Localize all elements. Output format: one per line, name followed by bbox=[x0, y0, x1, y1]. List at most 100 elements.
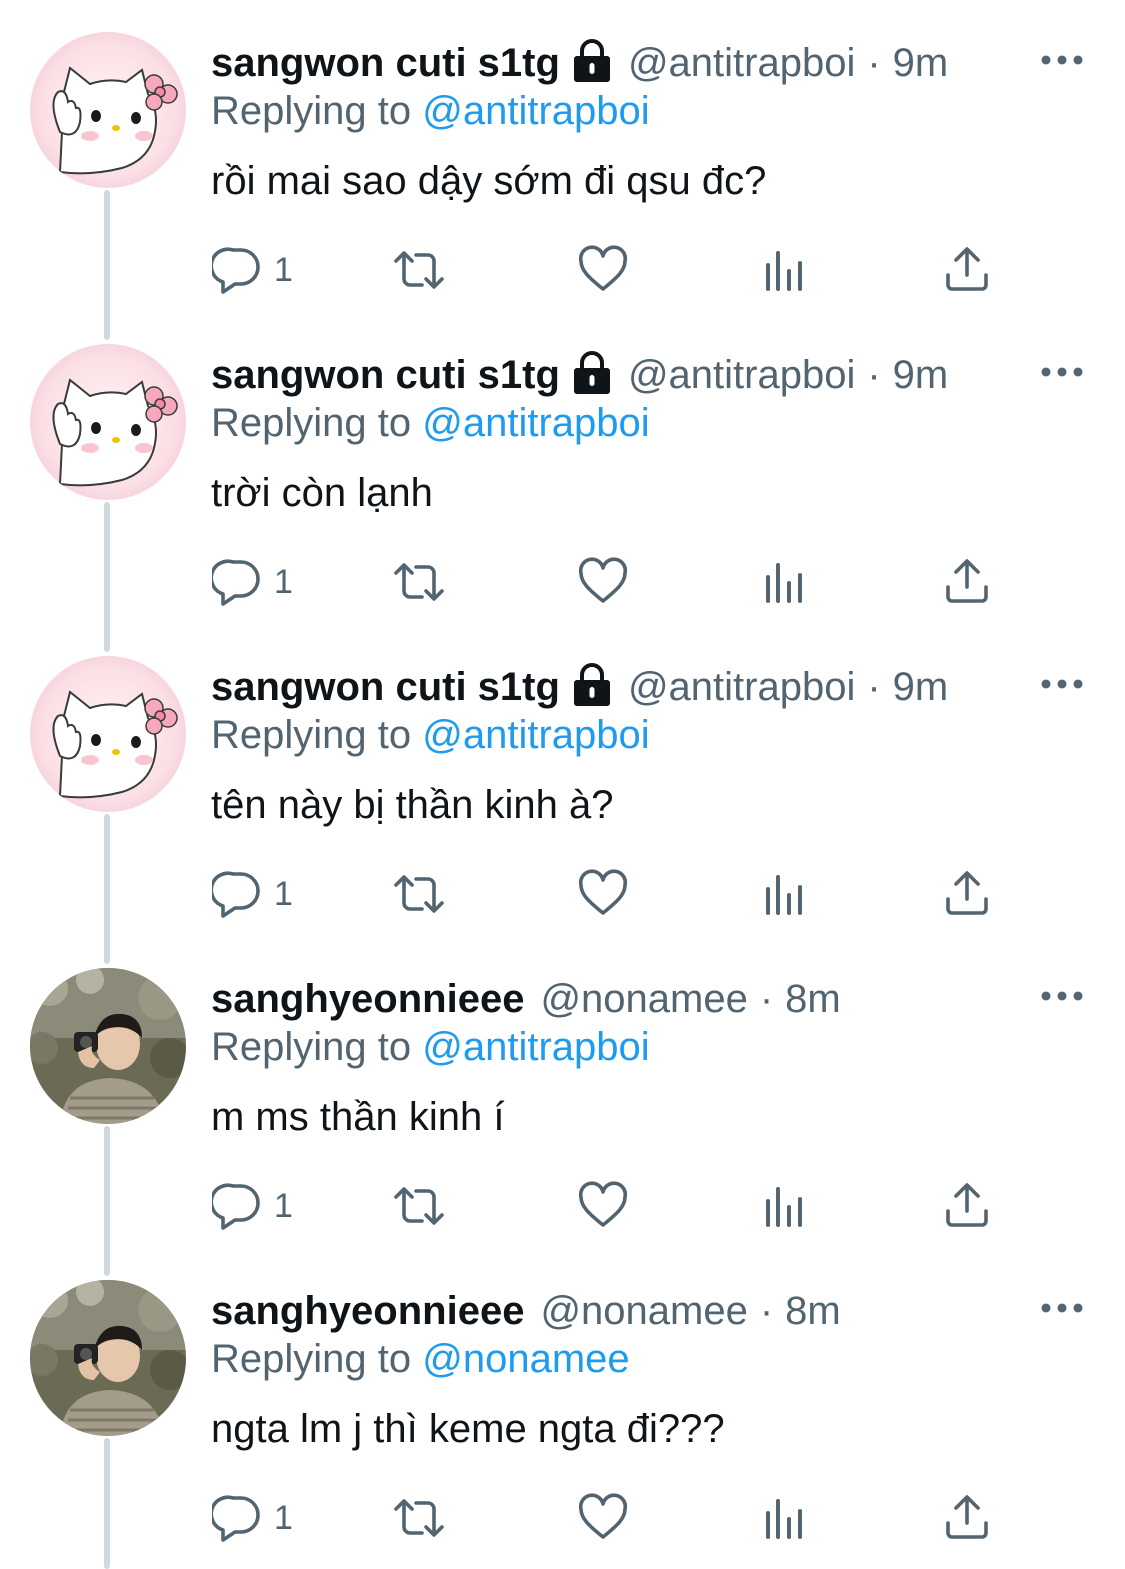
like-button[interactable] bbox=[578, 1176, 628, 1236]
retweet-icon bbox=[390, 1493, 448, 1543]
tweet-actions: 1 bbox=[0, 1488, 1125, 1548]
like-button[interactable] bbox=[578, 864, 628, 924]
tweet-text: ngta lm j thì keme ngta đi??? bbox=[211, 1407, 725, 1451]
reply-count: 1 bbox=[274, 874, 293, 913]
analytics-icon bbox=[764, 1493, 806, 1543]
retweet-button[interactable] bbox=[390, 1176, 448, 1236]
separator-dot: · bbox=[759, 977, 774, 1021]
retweet-button[interactable] bbox=[390, 1488, 448, 1548]
reply-count: 1 bbox=[274, 250, 293, 289]
heart-icon bbox=[578, 869, 628, 919]
retweet-icon bbox=[390, 1181, 448, 1231]
tweet[interactable]: sangwon cuti s1tg @antitrapboi · 9m Repl… bbox=[0, 0, 1125, 312]
share-button[interactable] bbox=[944, 1488, 990, 1548]
retweet-button[interactable] bbox=[390, 552, 448, 612]
analytics-icon bbox=[764, 245, 806, 295]
user-handle[interactable]: @antitrapboi bbox=[628, 662, 855, 712]
replying-to-line: Replying to @nonamee bbox=[211, 1334, 630, 1384]
lock-icon bbox=[572, 663, 612, 707]
tweet-header: sanghyeonnieee @nonamee · 8m bbox=[211, 1286, 841, 1336]
replying-to-handle[interactable]: @antitrapboi bbox=[422, 401, 649, 445]
share-button[interactable] bbox=[944, 1176, 990, 1236]
replying-to-handle[interactable]: @antitrapboi bbox=[422, 89, 649, 133]
views-button[interactable] bbox=[764, 1176, 806, 1236]
reply-button[interactable]: 1 bbox=[212, 1176, 293, 1236]
views-button[interactable] bbox=[764, 864, 806, 924]
separator-dot: · bbox=[759, 1289, 774, 1333]
more-options-icon[interactable] bbox=[1040, 50, 1084, 70]
share-button[interactable] bbox=[944, 864, 990, 924]
share-icon bbox=[944, 869, 990, 919]
retweet-icon bbox=[390, 869, 448, 919]
replying-to-handle[interactable]: @antitrapboi bbox=[422, 1025, 649, 1069]
person-photo-avatar[interactable] bbox=[30, 1280, 186, 1436]
more-options-icon[interactable] bbox=[1040, 674, 1084, 694]
tweet-timestamp[interactable]: 9m bbox=[893, 350, 949, 400]
more-options-icon[interactable] bbox=[1040, 986, 1084, 1006]
user-handle[interactable]: @nonamee bbox=[540, 974, 747, 1024]
tweet-timestamp[interactable]: 8m bbox=[785, 1286, 841, 1336]
like-button[interactable] bbox=[578, 1488, 628, 1548]
hello-kitty-avatar[interactable] bbox=[30, 656, 186, 812]
display-name[interactable]: sangwon cuti s1tg bbox=[211, 350, 560, 400]
reply-button[interactable]: 1 bbox=[212, 864, 293, 924]
tweet-actions: 1 bbox=[0, 1176, 1125, 1236]
tweet[interactable]: sanghyeonnieee @nonamee · 8m Replying to… bbox=[0, 1248, 1125, 1560]
tweet-actions: 1 bbox=[0, 864, 1125, 924]
lock-icon bbox=[572, 39, 612, 83]
retweet-button[interactable] bbox=[390, 240, 448, 300]
replying-to-line: Replying to @antitrapboi bbox=[211, 710, 650, 760]
hello-kitty-avatar[interactable] bbox=[30, 344, 186, 500]
tweet-header: sangwon cuti s1tg @antitrapboi · 9m bbox=[211, 350, 948, 400]
like-button[interactable] bbox=[578, 240, 628, 300]
heart-icon bbox=[578, 1493, 628, 1543]
views-button[interactable] bbox=[764, 552, 806, 612]
display-name[interactable]: sanghyeonnieee bbox=[211, 1286, 524, 1336]
analytics-icon bbox=[764, 869, 806, 919]
comment-icon bbox=[212, 869, 262, 919]
replying-to-label: Replying to bbox=[211, 401, 412, 445]
tweet[interactable]: sanghyeonnieee @nonamee · 8m Replying to… bbox=[0, 936, 1125, 1248]
hello-kitty-avatar[interactable] bbox=[30, 32, 186, 188]
heart-icon bbox=[578, 557, 628, 607]
separator-dot: · bbox=[867, 665, 881, 709]
share-icon bbox=[944, 1493, 990, 1543]
tweet-text: trời còn lạnh bbox=[211, 471, 433, 515]
share-button[interactable] bbox=[944, 552, 990, 612]
replying-to-label: Replying to bbox=[211, 89, 412, 133]
comment-icon bbox=[212, 1493, 262, 1543]
reply-button[interactable]: 1 bbox=[212, 1488, 293, 1548]
tweet[interactable]: sangwon cuti s1tg @antitrapboi · 9m Repl… bbox=[0, 312, 1125, 624]
views-button[interactable] bbox=[764, 240, 806, 300]
user-handle[interactable]: @nonamee bbox=[540, 1286, 747, 1336]
replying-to-line: Replying to @antitrapboi bbox=[211, 86, 650, 136]
tweet-header: sangwon cuti s1tg @antitrapboi · 9m bbox=[211, 662, 948, 712]
more-options-icon[interactable] bbox=[1040, 362, 1084, 382]
person-photo-avatar[interactable] bbox=[30, 968, 186, 1124]
reply-button[interactable]: 1 bbox=[212, 240, 293, 300]
tweet-header: sanghyeonnieee @nonamee · 8m bbox=[211, 974, 841, 1024]
replying-to-line: Replying to @antitrapboi bbox=[211, 1022, 650, 1072]
replying-to-line: Replying to @antitrapboi bbox=[211, 398, 650, 448]
share-button[interactable] bbox=[944, 240, 990, 300]
reply-button[interactable]: 1 bbox=[212, 552, 293, 612]
display-name[interactable]: sanghyeonnieee bbox=[211, 974, 524, 1024]
tweet-timestamp[interactable]: 9m bbox=[893, 662, 949, 712]
tweet-timestamp[interactable]: 9m bbox=[893, 38, 949, 88]
user-handle[interactable]: @antitrapboi bbox=[628, 350, 855, 400]
like-button[interactable] bbox=[578, 552, 628, 612]
retweet-button[interactable] bbox=[390, 864, 448, 924]
lock-icon bbox=[572, 351, 612, 395]
display-name[interactable]: sangwon cuti s1tg bbox=[211, 38, 560, 88]
replying-to-handle[interactable]: @nonamee bbox=[422, 1337, 629, 1381]
reply-count: 1 bbox=[274, 1498, 293, 1537]
tweet-timestamp[interactable]: 8m bbox=[785, 974, 841, 1024]
views-button[interactable] bbox=[764, 1488, 806, 1548]
more-options-icon[interactable] bbox=[1040, 1298, 1084, 1318]
user-handle[interactable]: @antitrapboi bbox=[628, 38, 855, 88]
replying-to-handle[interactable]: @antitrapboi bbox=[422, 713, 649, 757]
reply-count: 1 bbox=[274, 1186, 293, 1225]
tweet[interactable]: sangwon cuti s1tg @antitrapboi · 9m Repl… bbox=[0, 624, 1125, 936]
display-name[interactable]: sangwon cuti s1tg bbox=[211, 662, 560, 712]
analytics-icon bbox=[764, 557, 806, 607]
